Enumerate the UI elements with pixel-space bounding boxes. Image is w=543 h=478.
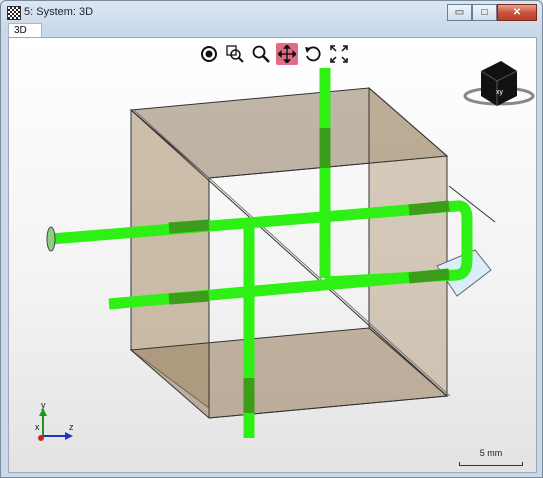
window: 5: System: 3D ▭ □ ✕ 3D View	[0, 0, 543, 478]
app-icon	[7, 6, 21, 20]
orientation-gizmo[interactable]: xy	[463, 61, 535, 106]
scale-label: 5 mm	[479, 448, 503, 458]
3d-viewport[interactable]: xy y x z 5 mm	[8, 37, 537, 473]
scale-bar: 5 mm	[459, 448, 523, 468]
title-bar[interactable]: 5: System: 3D ▭ □ ✕	[1, 1, 542, 23]
close-button[interactable]: ✕	[497, 4, 537, 21]
axis-y-label: y	[41, 400, 46, 410]
scene-canvas: xy y x z	[35, 61, 535, 441]
scale-line	[459, 462, 523, 466]
axes-triad: y x z	[35, 400, 74, 441]
cube-face-label: xy	[496, 89, 504, 96]
maximize-button[interactable]: □	[472, 4, 497, 21]
window-controls: ▭ □ ✕	[447, 4, 537, 21]
axis-x-label: x	[35, 422, 40, 432]
axis-z-label: z	[69, 422, 74, 432]
minimize-button[interactable]: ▭	[447, 4, 472, 21]
source-aperture	[46, 226, 56, 252]
tab-3d-view[interactable]: 3D View	[8, 23, 42, 50]
window-title: 5: System: 3D	[24, 6, 94, 18]
